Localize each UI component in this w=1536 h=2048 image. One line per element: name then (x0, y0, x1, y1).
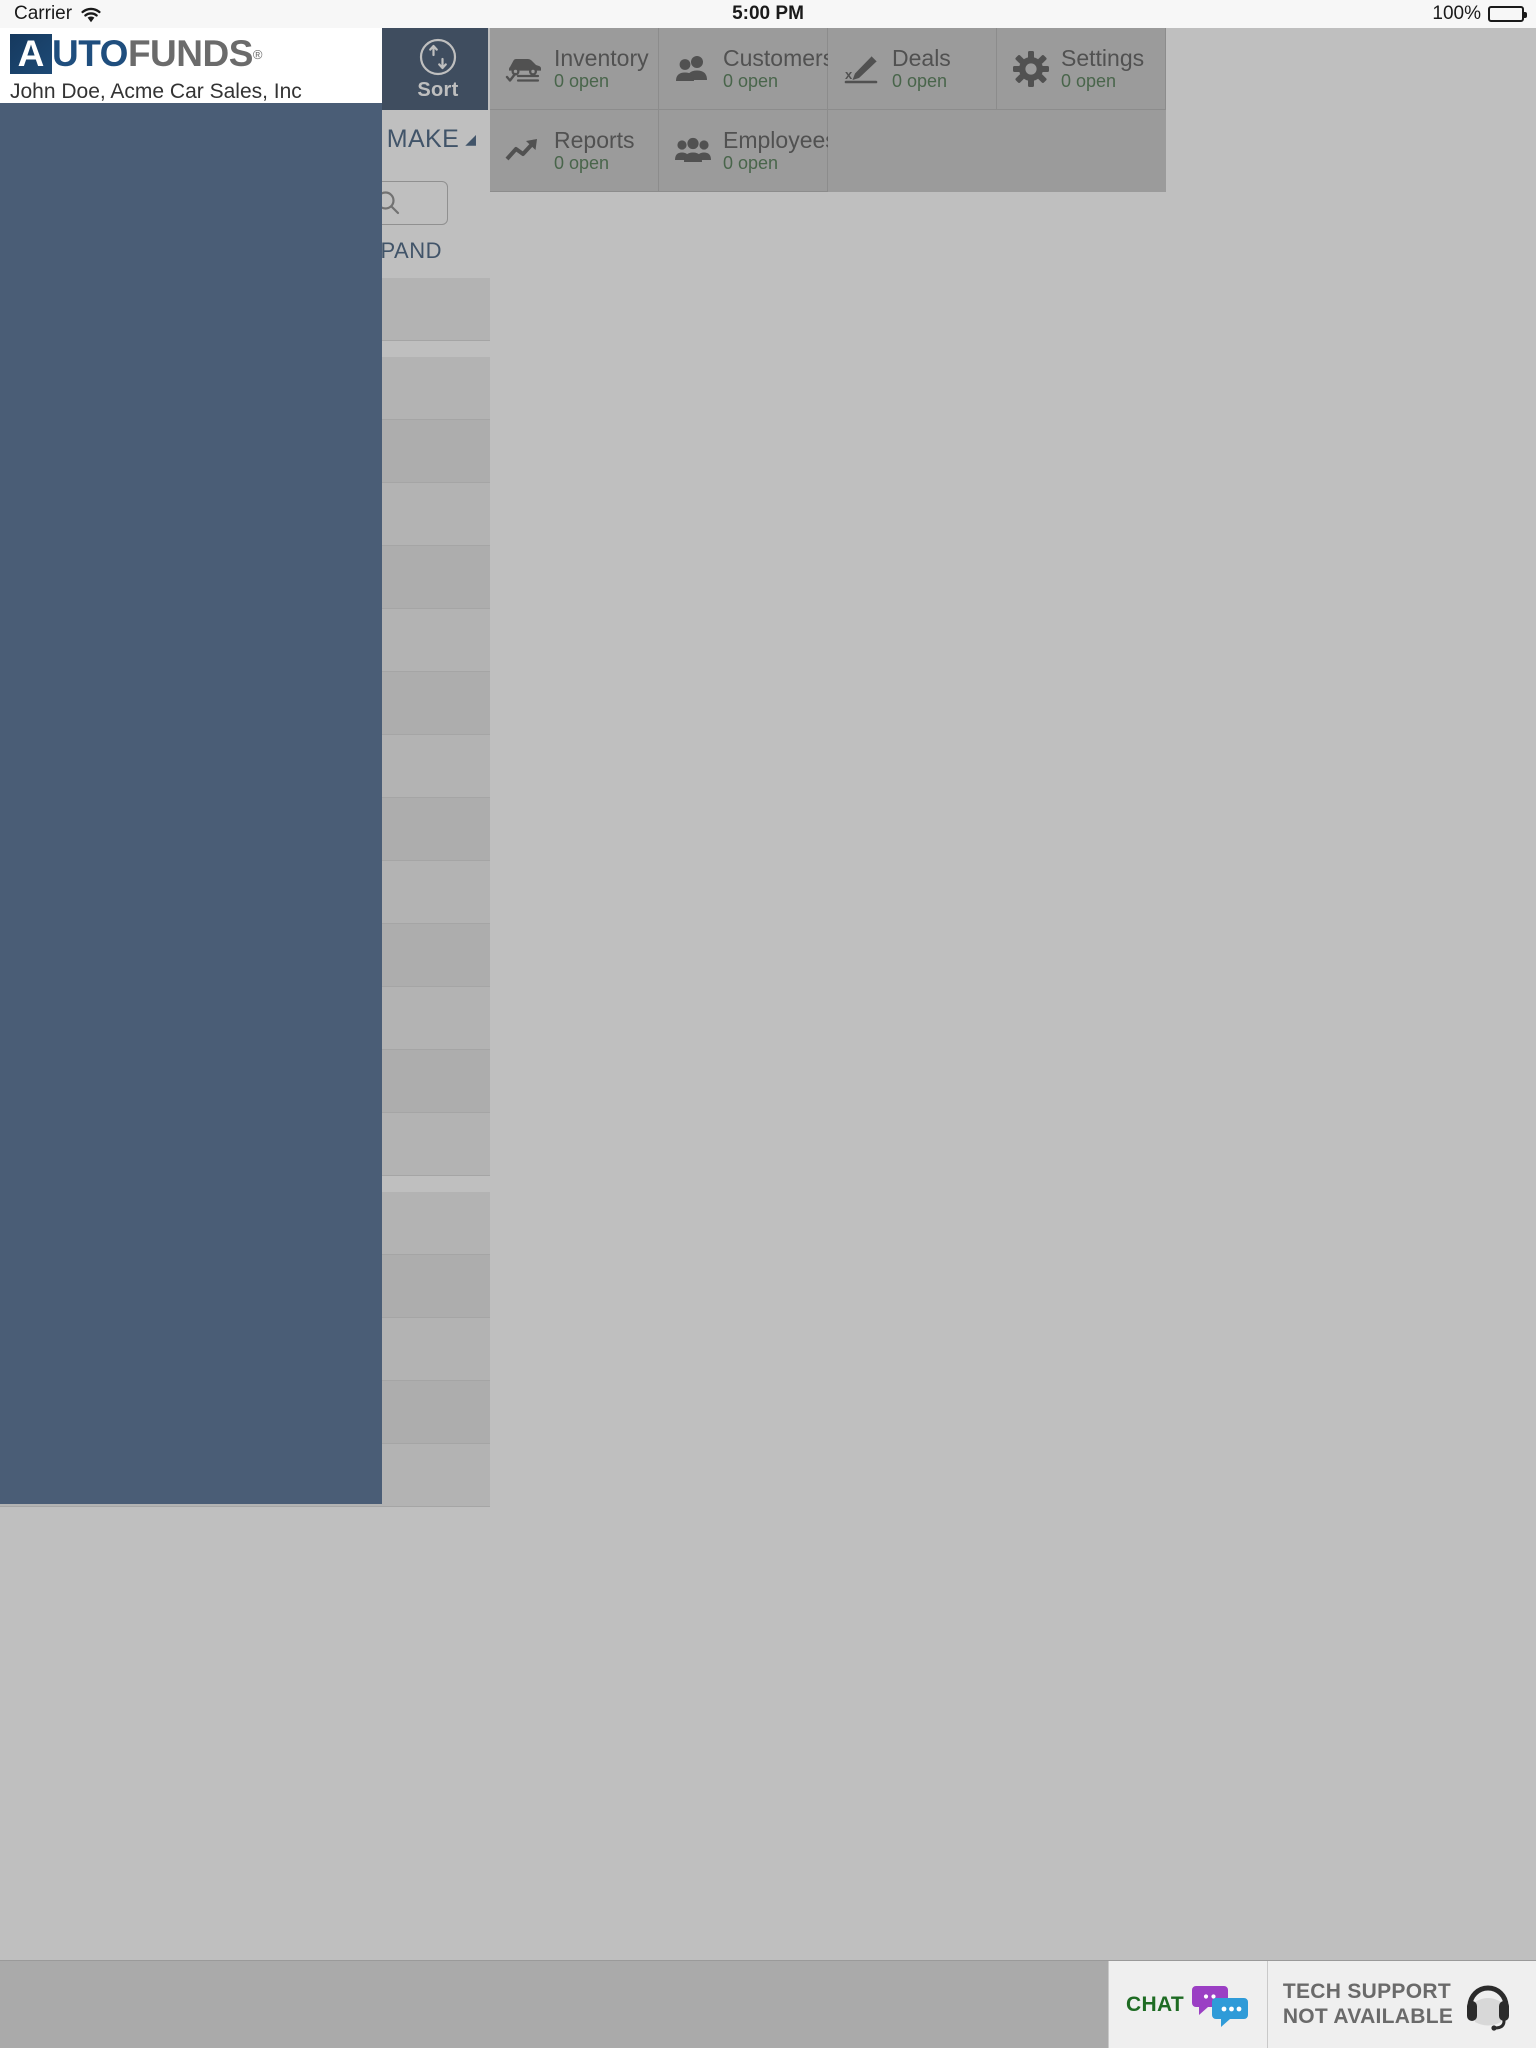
battery-full-icon (1488, 6, 1527, 22)
status-bar-right: 100% (1432, 3, 1527, 25)
status-bar-time: 5:00 PM (732, 3, 804, 24)
bottom-bar: CHAT TECH SUPPORT NOT AVAILABLE (0, 1960, 1536, 2048)
logo-a-badge: A (10, 34, 52, 74)
registered-mark: ® (252, 46, 263, 62)
logo-uto-text: UTO (52, 33, 128, 74)
battery-percent-label: 100% (1432, 3, 1481, 24)
tech-support-status[interactable]: TECH SUPPORT NOT AVAILABLE (1268, 1961, 1536, 2048)
logo-funds-text: FUNDS (127, 33, 253, 74)
headset-icon (1463, 1979, 1513, 2031)
speech-bubbles-icon (1191, 1982, 1250, 2028)
chat-button-label: CHAT (1126, 1993, 1184, 2016)
navigation-drawer (0, 28, 382, 1504)
account-label: John Doe, Acme Car Sales, Inc (10, 80, 302, 103)
chat-button[interactable]: CHAT (1108, 1961, 1268, 2048)
autofunds-logo: A UTO FUNDS ® (10, 34, 370, 74)
brand-header: A UTO FUNDS ® John Doe, Acme Car Sales, … (0, 28, 382, 103)
tech-support-line-1: TECH SUPPORT (1282, 1980, 1451, 2004)
tech-support-line-2: NOT AVAILABLE (1282, 2005, 1454, 2028)
status-bar: Carrier 5:00 PM 100% (0, 0, 1536, 28)
